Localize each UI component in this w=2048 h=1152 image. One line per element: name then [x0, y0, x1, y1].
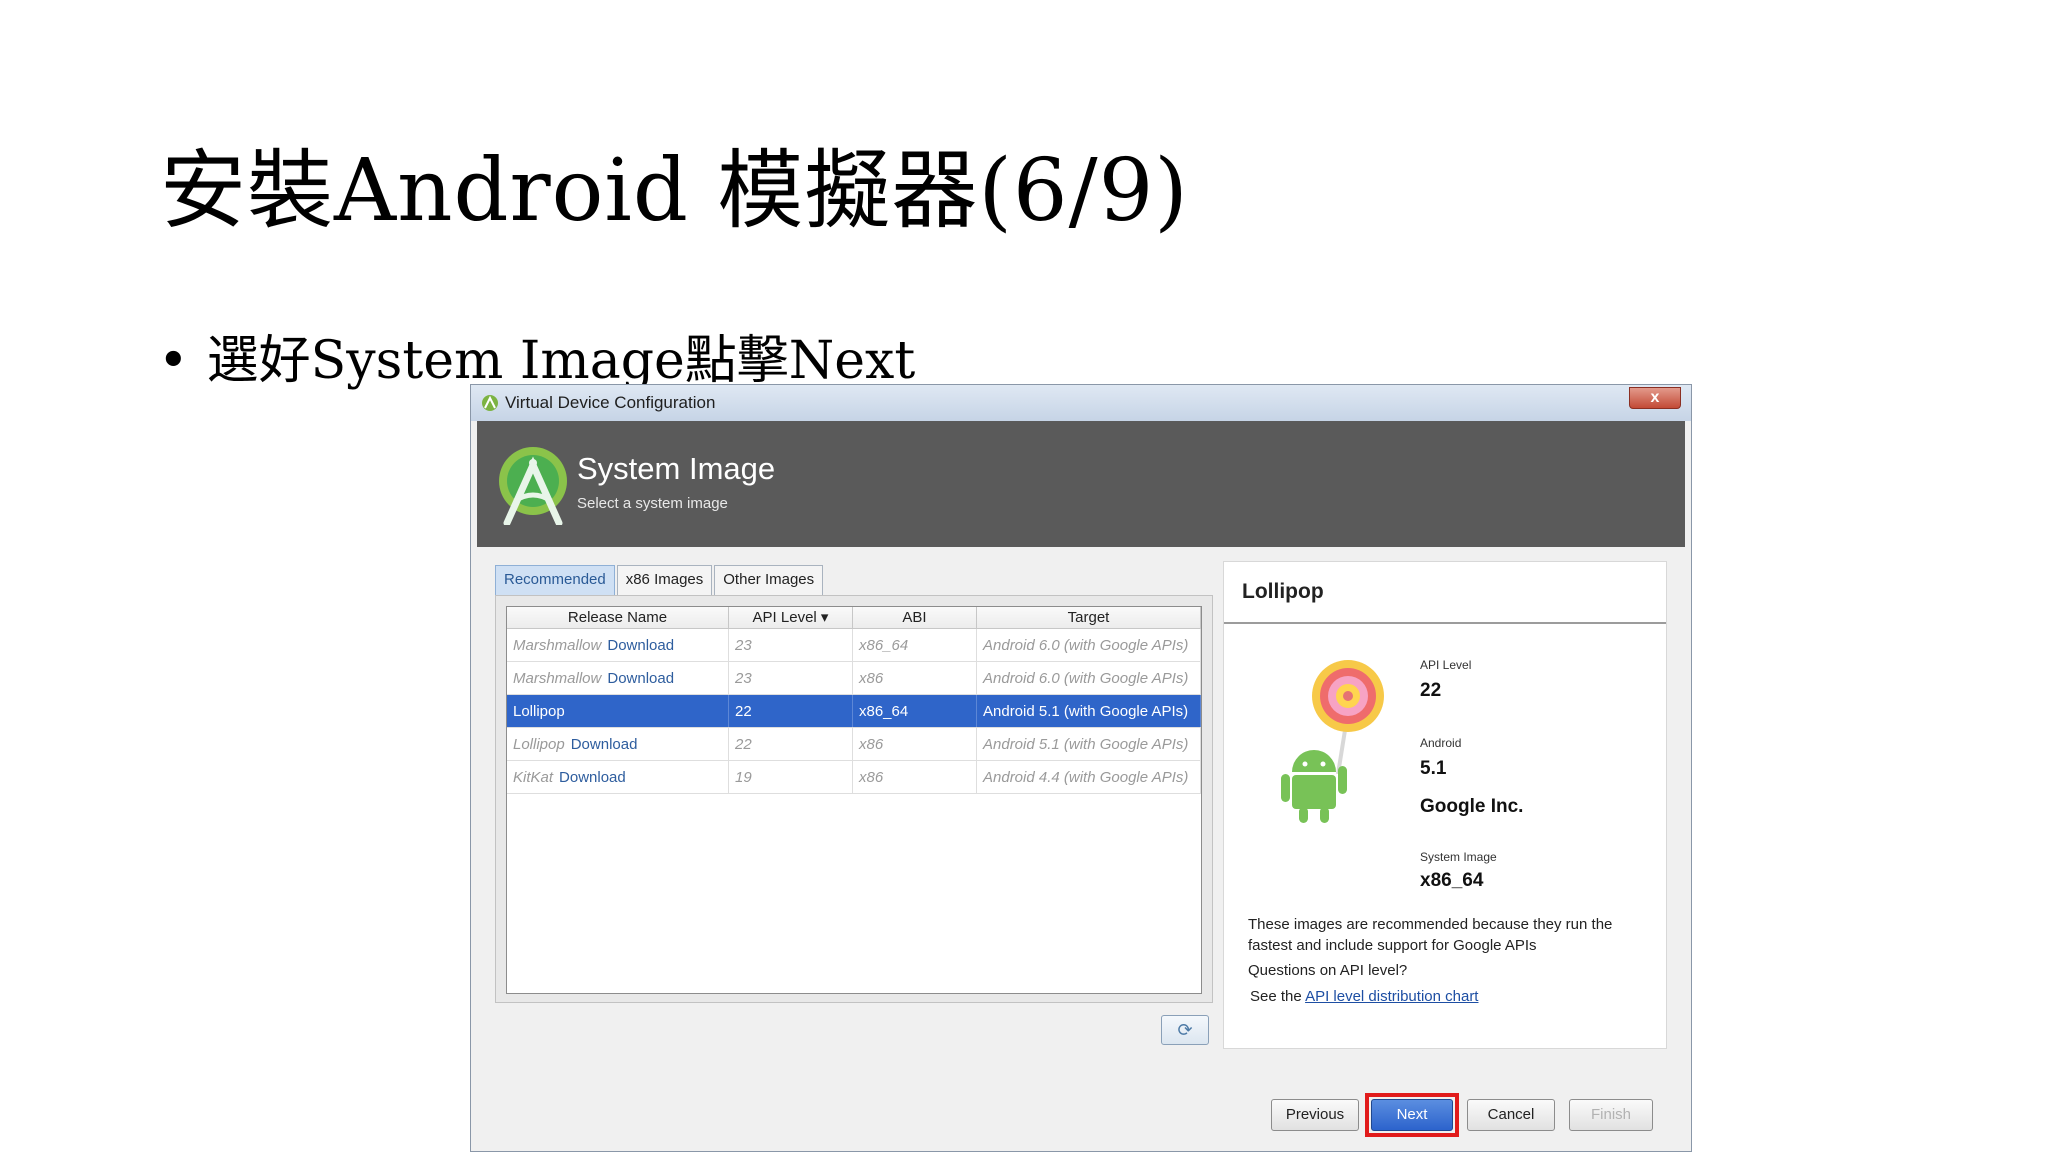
download-link[interactable]: Download	[571, 736, 638, 753]
android-studio-icon	[482, 395, 498, 411]
bullet-text: 選好System Image點擊Next	[206, 331, 916, 391]
slide-bullet: • 選好System Image點擊Next	[158, 318, 915, 393]
target-cell: Android 6.0 (with Google APIs)	[977, 662, 1201, 694]
abi-cell: x86_64	[853, 695, 977, 727]
window-titlebar[interactable]: Virtual Device Configuration x	[471, 385, 1691, 421]
system-image-value: x86_64	[1420, 870, 1484, 891]
release-name: Lollipop	[513, 736, 565, 753]
see-chart-line: See the API level distribution chart	[1250, 988, 1478, 1005]
vendor-name: Google Inc.	[1420, 796, 1524, 817]
table-header: Release Name API Level ▾ ABI Target	[507, 607, 1201, 629]
virtual-device-configuration-window: Virtual Device Configuration x System Im…	[470, 384, 1692, 1152]
system-image-label: System Image	[1420, 850, 1497, 864]
release-name: KitKat	[513, 769, 554, 786]
abi-cell: x86	[853, 728, 977, 760]
android-studio-logo-icon	[499, 447, 567, 525]
column-release-name[interactable]: Release Name	[507, 607, 729, 628]
target-cell: Android 5.1 (with Google APIs)	[977, 728, 1201, 760]
abi-cell: x86_64	[853, 629, 977, 661]
tab-other-images[interactable]: Other Images	[714, 565, 824, 595]
release-name-cell: Marshmallow Download	[507, 629, 729, 661]
abi-cell: x86	[853, 662, 977, 694]
refresh-button[interactable]: ⟳	[1161, 1015, 1209, 1045]
release-name: Marshmallow	[513, 637, 602, 654]
download-link[interactable]: Download	[607, 670, 674, 687]
finish-button[interactable]: Finish	[1569, 1099, 1653, 1131]
api-level-label: API Level	[1420, 658, 1472, 672]
table-row[interactable]: Marshmallow Download 23 x86 Android 6.0 (…	[507, 662, 1201, 695]
api-level-cell: 19	[729, 761, 853, 793]
release-name-cell: KitKat Download	[507, 761, 729, 793]
recommendation-description: These images are recommended because the…	[1248, 916, 1613, 954]
column-abi[interactable]: ABI	[853, 607, 977, 628]
abi-cell: x86	[853, 761, 977, 793]
api-level-distribution-link[interactable]: API level distribution chart	[1305, 988, 1478, 1005]
image-tabs: Recommended x86 Images Other Images	[495, 565, 825, 595]
previous-button[interactable]: Previous	[1271, 1099, 1359, 1131]
download-link[interactable]: Download	[559, 769, 626, 786]
wizard-title: System Image	[577, 451, 776, 486]
refresh-icon: ⟳	[1177, 1020, 1193, 1040]
details-separator	[1224, 622, 1666, 624]
android-version-value: 5.1	[1420, 758, 1447, 779]
cancel-button[interactable]: Cancel	[1467, 1099, 1555, 1131]
release-name-cell: Marshmallow Download	[507, 662, 729, 694]
table-row[interactable]: Lollipop Download 22 x86 Android 5.1 (wit…	[507, 728, 1201, 761]
table-row-selected[interactable]: Lollipop 22 x86_64 Android 5.1 (with Goo…	[507, 695, 1201, 728]
window-close-button[interactable]: x	[1629, 387, 1681, 409]
tab-recommended[interactable]: Recommended	[495, 565, 615, 595]
android-version-label: Android	[1420, 736, 1462, 750]
lollipop-android-mascot-icon	[1281, 660, 1384, 823]
wizard-header: System Image Select a system image	[477, 421, 1685, 547]
api-level-value: 22	[1420, 680, 1442, 701]
column-target[interactable]: Target	[977, 607, 1201, 628]
api-level-cell: 23	[729, 662, 853, 694]
release-name: Marshmallow	[513, 670, 602, 687]
slide-title: 安裝Android 模擬器(6/9)	[160, 141, 1189, 241]
api-level-cell: 22	[729, 728, 853, 760]
target-cell: Android 6.0 (with Google APIs)	[977, 629, 1201, 661]
column-api-level[interactable]: API Level ▾	[729, 607, 853, 628]
target-cell: Android 5.1 (with Google APIs)	[977, 695, 1201, 727]
tab-x86-images[interactable]: x86 Images	[616, 565, 713, 595]
next-button[interactable]: Next	[1371, 1099, 1453, 1131]
target-cell: Android 4.4 (with Google APIs)	[977, 761, 1201, 793]
api-level-cell: 23	[729, 629, 853, 661]
api-level-cell: 22	[729, 695, 853, 727]
release-name-cell: Lollipop Download	[507, 728, 729, 760]
window-title: Virtual Device Configuration	[505, 393, 716, 412]
table-row[interactable]: KitKat Download 19 x86 Android 4.4 (with …	[507, 761, 1201, 794]
system-image-table-panel: Release Name API Level ▾ ABI Target Mars…	[495, 595, 1213, 1003]
see-prefix: See the	[1250, 988, 1306, 1005]
release-name: Lollipop	[513, 703, 565, 720]
system-image-table: Release Name API Level ▾ ABI Target Mars…	[506, 606, 1202, 994]
api-level-question: Questions on API level?	[1248, 962, 1408, 979]
image-details-panel: Lollipop API Level 22 Android 5.1 Google…	[1223, 561, 1667, 1049]
release-name-cell: Lollipop	[507, 695, 729, 727]
bullet-marker: •	[158, 331, 189, 391]
download-link[interactable]: Download	[607, 637, 674, 654]
details-title: Lollipop	[1242, 580, 1324, 603]
table-row[interactable]: Marshmallow Download 23 x86_64 Android 6.…	[507, 629, 1201, 662]
wizard-subtitle: Select a system image	[577, 495, 728, 512]
